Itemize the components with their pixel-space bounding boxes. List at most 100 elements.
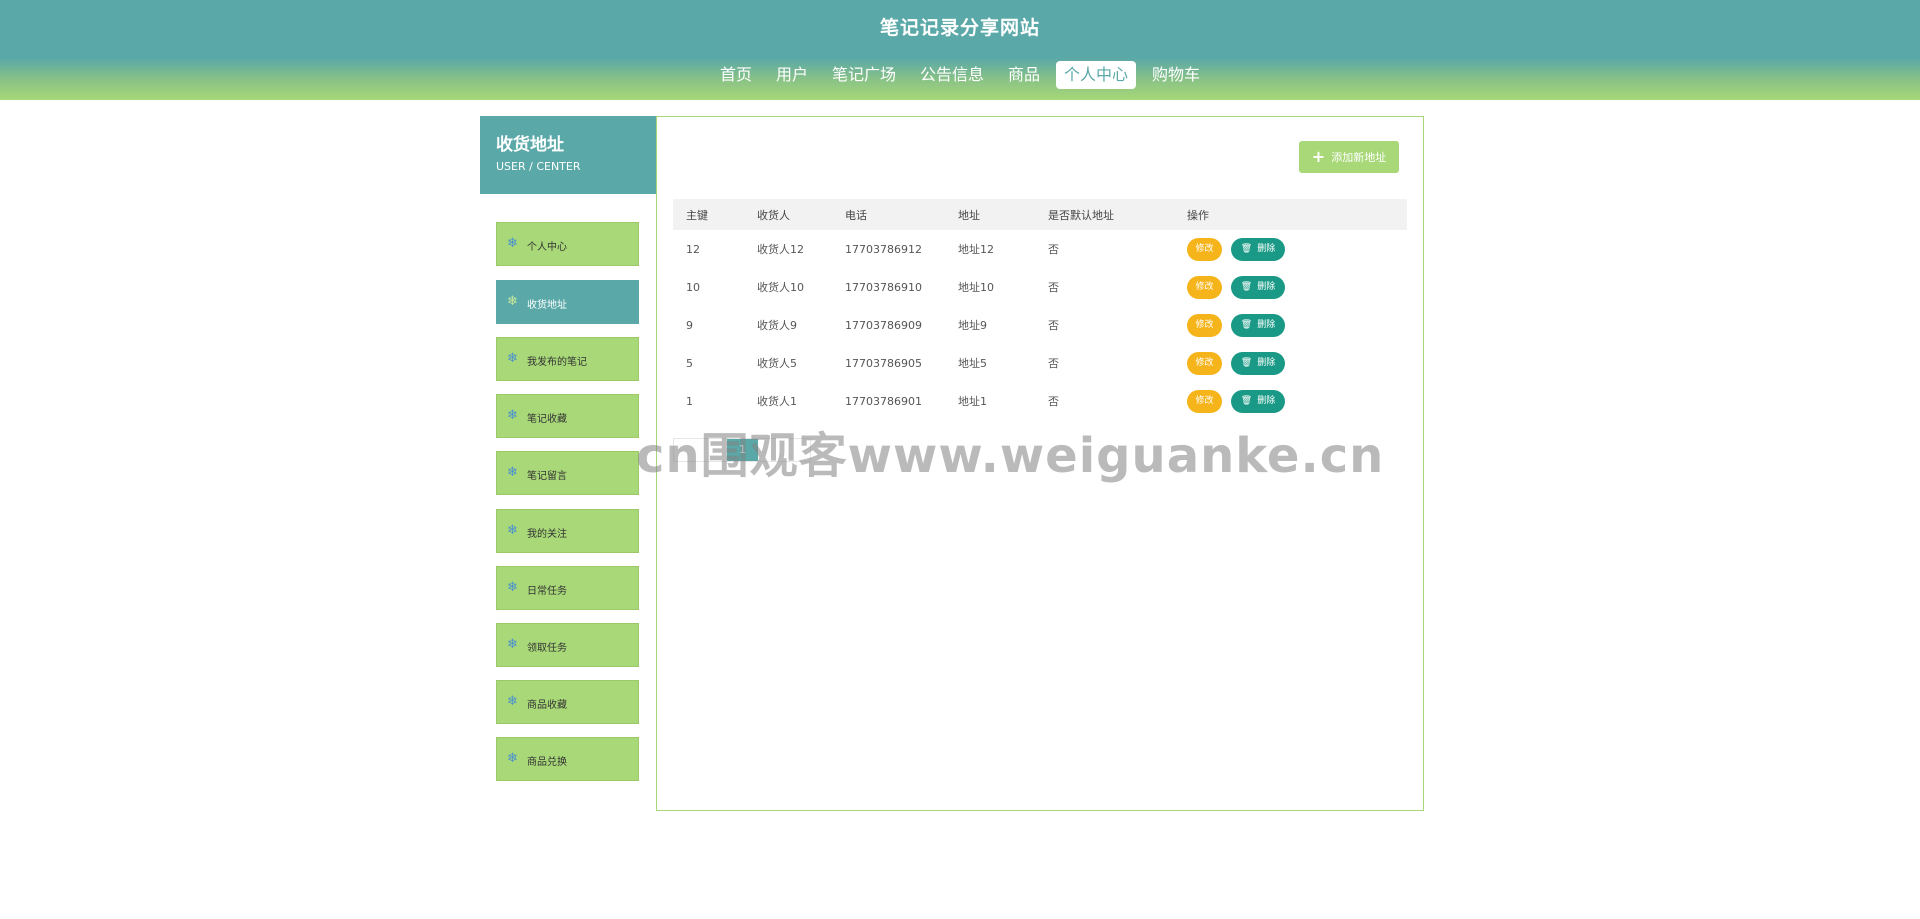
sidebar-item-address[interactable]: ❄ 收货地址 [496, 280, 639, 324]
col-receiver: 收货人 [744, 199, 832, 230]
delete-label: 删除 [1257, 281, 1276, 292]
nav-home[interactable]: 首页 [712, 61, 760, 89]
table-row: 1 收货人1 17703786901 地址1 否 修改 🗑 删除 [673, 382, 1407, 420]
cell-phone: 17703786912 [845, 242, 922, 256]
cell-default: 否 [1048, 395, 1059, 408]
cell-receiver: 收货人12 [757, 243, 804, 256]
trash-icon: 🗑 [1240, 319, 1253, 330]
sidebar-item-label: 个人中心 [527, 242, 567, 253]
trash-icon: 🗑 [1240, 243, 1253, 254]
sidebar-item-product-favorites[interactable]: ❄ 商品收藏 [496, 680, 639, 724]
nav-cart[interactable]: 购物车 [1144, 61, 1208, 89]
edit-button[interactable]: 修改 [1187, 237, 1222, 261]
cell-actions: 修改 🗑 删除 [1174, 268, 1407, 306]
snowflake-icon: ❄ [507, 751, 518, 766]
trash-icon: 🗑 [1240, 357, 1253, 368]
sidebar-title: 收货地址 [496, 135, 564, 155]
cell-receiver: 收货人10 [757, 281, 804, 294]
sidebar-item-label: 商品兑换 [527, 757, 567, 768]
sidebar-item-note-comments[interactable]: ❄ 笔记留言 [496, 451, 639, 495]
sidebar-item-my-notes[interactable]: ❄ 我发布的笔记 [496, 337, 639, 381]
trash-icon: 🗑 [1240, 395, 1253, 406]
main-nav: 首页 用户 笔记广场 公告信息 商品 个人中心 购物车 [0, 61, 1920, 89]
snowflake-icon: ❄ [507, 236, 518, 251]
nav-users[interactable]: 用户 [768, 61, 816, 89]
snowflake-icon: ❄ [507, 694, 518, 709]
snowflake-icon: ❄ [507, 294, 518, 309]
plus-icon: + [1311, 147, 1326, 166]
cell-address: 地址10 [958, 281, 994, 294]
sidebar-item-note-favorites[interactable]: ❄ 笔记收藏 [496, 394, 639, 438]
delete-button[interactable]: 🗑 删除 [1231, 351, 1285, 375]
sidebar-item-label: 商品收藏 [527, 700, 567, 711]
address-table: 主键 收货人 电话 地址 是否默认地址 操作 12 收货人12 17703786… [673, 199, 1407, 420]
nav-user-center[interactable]: 个人中心 [1056, 61, 1137, 89]
nav-products[interactable]: 商品 [1000, 61, 1048, 89]
cell-actions: 修改 🗑 删除 [1174, 382, 1407, 420]
cell-address: 地址5 [958, 357, 987, 370]
sidebar-item-label: 日常任务 [527, 586, 567, 597]
snowflake-icon: ❄ [507, 465, 518, 480]
cell-receiver: 收货人1 [757, 395, 797, 408]
cell-receiver: 收货人9 [757, 319, 797, 332]
snowflake-icon: ❄ [507, 523, 518, 538]
sidebar-item-product-exchange[interactable]: ❄ 商品兑换 [496, 737, 639, 781]
edit-button[interactable]: 修改 [1187, 275, 1222, 299]
cell-id: 1 [686, 394, 693, 408]
cell-address: 地址12 [958, 243, 994, 256]
nav-note-square[interactable]: 笔记广场 [824, 61, 904, 89]
sidebar-item-label: 笔记收藏 [527, 414, 567, 425]
sidebar-item-label: 我发布的笔记 [527, 357, 587, 368]
edit-button[interactable]: 修改 [1187, 351, 1222, 375]
trash-icon: 🗑 [1240, 281, 1253, 292]
delete-button[interactable]: 🗑 删除 [1231, 237, 1285, 261]
snowflake-icon: ❄ [507, 408, 518, 423]
sidebar-item-label: 我的关注 [527, 529, 567, 540]
cell-receiver: 收货人5 [757, 357, 797, 370]
sidebar-item-claim-tasks[interactable]: ❄ 领取任务 [496, 623, 639, 667]
cell-default: 否 [1048, 243, 1059, 256]
cell-id: 9 [686, 318, 693, 332]
cell-address: 地址9 [958, 319, 987, 332]
cell-id: 10 [686, 280, 700, 294]
sidebar-item-label: 领取任务 [527, 643, 567, 654]
delete-label: 删除 [1257, 243, 1276, 254]
col-actions: 操作 [1174, 199, 1407, 230]
cell-default: 否 [1048, 319, 1059, 332]
sidebar-subtitle: USER / CENTER [496, 160, 581, 173]
page-current[interactable]: 1 [727, 439, 758, 461]
snowflake-icon: ❄ [507, 351, 518, 366]
table-header-row: 主键 收货人 电话 地址 是否默认地址 操作 [673, 199, 1407, 230]
sidebar-header: 收货地址 USER / CENTER [480, 116, 656, 194]
nav-announcements[interactable]: 公告信息 [912, 61, 992, 89]
cell-actions: 修改 🗑 删除 [1174, 230, 1407, 268]
edit-button[interactable]: 修改 [1187, 313, 1222, 337]
cell-id: 12 [686, 242, 700, 256]
sidebar-item-user-center[interactable]: ❄ 个人中心 [496, 222, 639, 266]
delete-button[interactable]: 🗑 删除 [1231, 275, 1285, 299]
cell-default: 否 [1048, 281, 1059, 294]
delete-label: 删除 [1257, 357, 1276, 368]
cell-phone: 17703786905 [845, 356, 922, 370]
edit-button[interactable]: 修改 [1187, 389, 1222, 413]
sidebar-item-label: 笔记留言 [527, 471, 567, 482]
table-row: 12 收货人12 17703786912 地址12 否 修改 🗑 删除 [673, 230, 1407, 268]
add-address-button[interactable]: + 添加新地址 [1299, 141, 1399, 173]
delete-button[interactable]: 🗑 删除 [1231, 389, 1285, 413]
top-header: 笔记记录分享网站 首页 用户 笔记广场 公告信息 商品 个人中心 购物车 [0, 0, 1920, 100]
sidebar-item-daily-tasks[interactable]: ❄ 日常任务 [496, 566, 639, 610]
snowflake-icon: ❄ [507, 580, 518, 595]
cell-phone: 17703786909 [845, 318, 922, 332]
cell-actions: 修改 🗑 删除 [1174, 306, 1407, 344]
table-row: 9 收货人9 17703786909 地址9 否 修改 🗑 删除 [673, 306, 1407, 344]
snowflake-icon: ❄ [507, 637, 518, 652]
sidebar-item-following[interactable]: ❄ 我的关注 [496, 509, 639, 553]
table-row: 10 收货人10 17703786910 地址10 否 修改 🗑 删除 [673, 268, 1407, 306]
col-default: 是否默认地址 [1035, 199, 1174, 230]
col-id: 主键 [673, 199, 744, 230]
delete-button[interactable]: 🗑 删除 [1231, 313, 1285, 337]
table-row: 5 收货人5 17703786905 地址5 否 修改 🗑 删除 [673, 344, 1407, 382]
delete-label: 删除 [1257, 319, 1276, 330]
add-address-label: 添加新地址 [1331, 151, 1387, 164]
cell-phone: 17703786901 [845, 394, 922, 408]
